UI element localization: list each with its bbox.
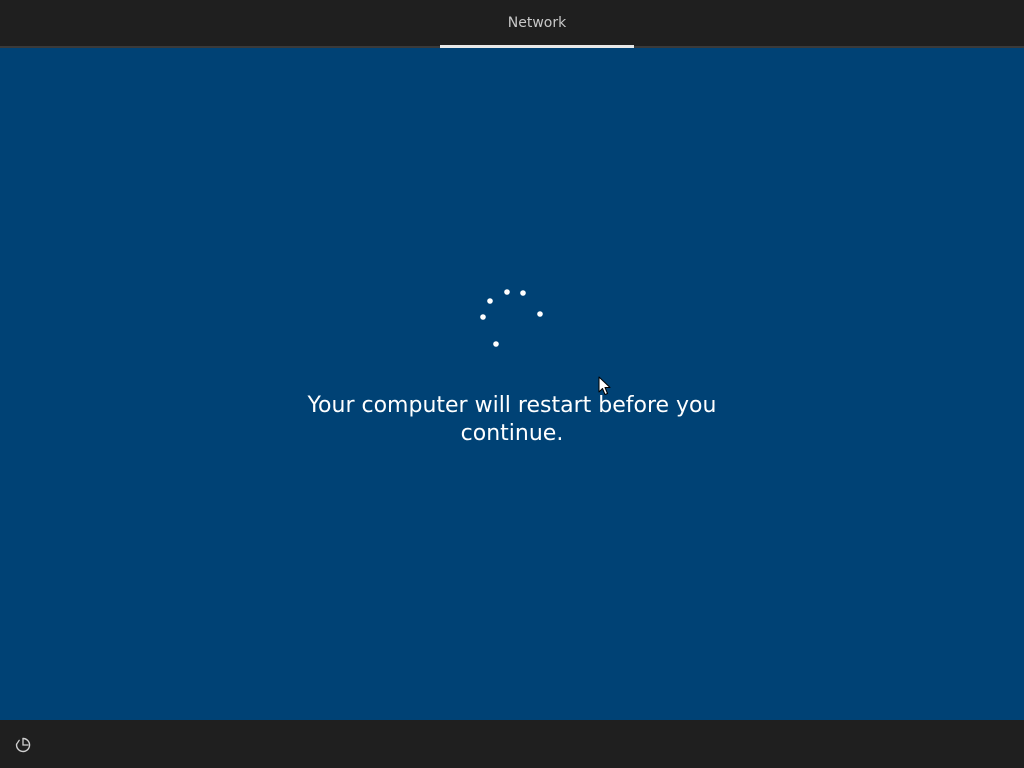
spinner-dot: [480, 314, 486, 320]
spinner-dot: [493, 341, 499, 347]
restart-message: Your computer will restart before you co…: [307, 393, 717, 446]
loading-spinner-icon: [480, 289, 543, 347]
spinner-dot: [520, 290, 526, 296]
bottom-bar: [0, 720, 1024, 768]
mouse-pointer-icon: [598, 376, 611, 395]
ease-of-access-button[interactable]: [10, 734, 36, 756]
spinner-dot: [537, 311, 543, 317]
tab-network-label: Network: [507, 15, 567, 31]
active-tab-indicator: [440, 45, 634, 48]
spinner-dot: [504, 289, 510, 295]
setup-screen: Network Your computer will restart befor…: [0, 0, 1024, 768]
spinner-dot: [487, 298, 493, 304]
top-navigation-bar: Network: [0, 0, 1024, 48]
tab-network[interactable]: Network: [440, 0, 634, 46]
ease-of-access-icon: [15, 737, 31, 753]
